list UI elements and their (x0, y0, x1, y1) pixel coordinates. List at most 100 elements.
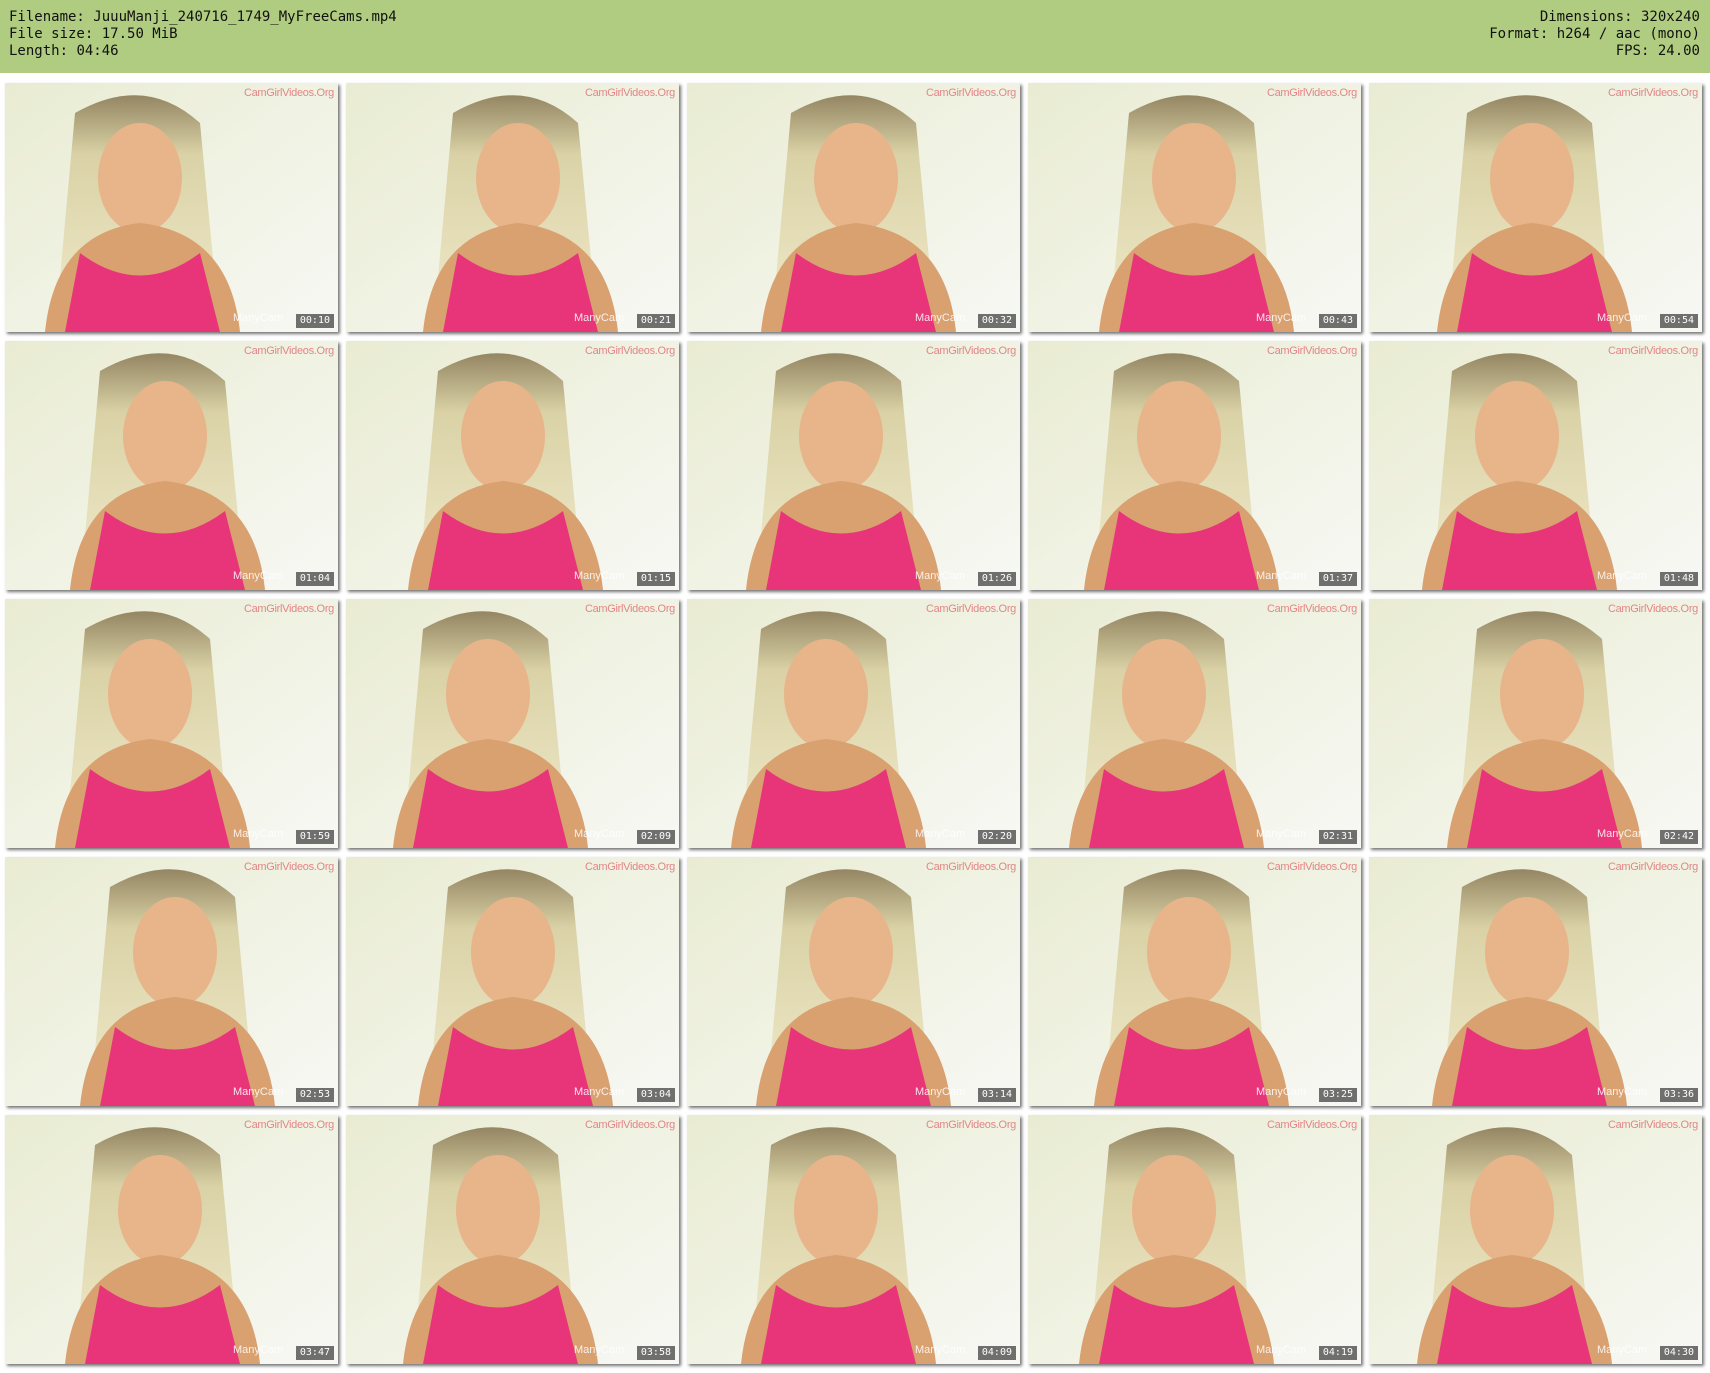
watermark-top: CamGirlVideos.Org (243, 87, 334, 99)
timestamp-label: 04:30 (1659, 1346, 1698, 1360)
timestamp-label: 02:53 (295, 1088, 334, 1102)
filename-value: JuuuManji_240716_1749_MyFreeCams.mp4 (93, 9, 397, 25)
watermark-top: CamGirlVideos.Org (243, 1119, 334, 1131)
frame-image (5, 1115, 338, 1364)
video-thumbnail[interactable]: CamGirlVideos.Org ManyCam 04:19 (1028, 1115, 1361, 1364)
thumbnail-grid: CamGirlVideos.Org ManyCam 00:10 CamGirlVide… (5, 83, 1705, 1368)
watermark-bottom: ManyCam (1256, 570, 1307, 582)
timestamp-label: 00:21 (636, 314, 675, 328)
video-thumbnail[interactable]: CamGirlVideos.Org ManyCam 02:42 (1369, 599, 1702, 848)
frame-image (346, 1115, 679, 1364)
frame-image (346, 341, 679, 590)
watermark-bottom: ManyCam (1597, 1086, 1648, 1098)
video-thumbnail[interactable]: CamGirlVideos.Org ManyCam 01:04 (5, 341, 338, 590)
video-thumbnail[interactable]: CamGirlVideos.Org ManyCam 03:04 (346, 857, 679, 1106)
fps-value: 24.00 (1657, 43, 1700, 59)
timestamp-label: 03:25 (1318, 1088, 1357, 1102)
watermark-top: CamGirlVideos.Org (1607, 861, 1698, 873)
video-thumbnail[interactable]: CamGirlVideos.Org ManyCam 01:59 (5, 599, 338, 848)
filename-label: Filename: (9, 9, 85, 25)
video-thumbnail[interactable]: CamGirlVideos.Org ManyCam 02:53 (5, 857, 338, 1106)
frame-image (346, 857, 679, 1106)
watermark-top: CamGirlVideos.Org (584, 603, 675, 615)
timestamp-label: 02:09 (636, 830, 675, 844)
dimensions-value: 320x240 (1640, 9, 1700, 25)
watermark-bottom: ManyCam (233, 1086, 284, 1098)
watermark-bottom: ManyCam (574, 828, 625, 840)
video-thumbnail[interactable]: CamGirlVideos.Org ManyCam 02:09 (346, 599, 679, 848)
video-thumbnail[interactable]: CamGirlVideos.Org ManyCam 03:14 (687, 857, 1020, 1106)
timestamp-label: 00:54 (1659, 314, 1698, 328)
video-thumbnail[interactable]: CamGirlVideos.Org ManyCam 04:09 (687, 1115, 1020, 1364)
video-thumbnail[interactable]: CamGirlVideos.Org ManyCam 02:31 (1028, 599, 1361, 848)
frame-image (1369, 857, 1702, 1106)
video-thumbnail[interactable]: CamGirlVideos.Org ManyCam 01:48 (1369, 341, 1702, 590)
length-value: 04:46 (76, 43, 119, 59)
timestamp-label: 02:31 (1318, 830, 1357, 844)
video-thumbnail[interactable]: CamGirlVideos.Org ManyCam 03:47 (5, 1115, 338, 1364)
video-thumbnail[interactable]: CamGirlVideos.Org ManyCam 03:36 (1369, 857, 1702, 1106)
format-row: Format: h264 / aac (mono) (1489, 26, 1700, 43)
frame-image (1028, 599, 1361, 848)
watermark-bottom: ManyCam (915, 570, 966, 582)
fps-label: FPS: (1615, 43, 1650, 59)
length-label: Length: (9, 43, 69, 59)
filesize-value: 17.50 MiB (101, 26, 178, 42)
watermark-bottom: ManyCam (1597, 570, 1648, 582)
watermark-bottom: ManyCam (233, 828, 284, 840)
frame-image (1028, 341, 1361, 590)
watermark-top: CamGirlVideos.Org (584, 87, 675, 99)
frame-image (1369, 599, 1702, 848)
video-thumbnail[interactable]: CamGirlVideos.Org ManyCam 00:32 (687, 83, 1020, 332)
watermark-bottom: ManyCam (574, 1086, 625, 1098)
filesize-row: File size: 17.50 MiB (9, 26, 397, 43)
video-thumbnail[interactable]: CamGirlVideos.Org ManyCam 00:21 (346, 83, 679, 332)
video-thumbnail[interactable]: CamGirlVideos.Org ManyCam 04:30 (1369, 1115, 1702, 1364)
watermark-top: CamGirlVideos.Org (243, 345, 334, 357)
timestamp-label: 03:47 (295, 1346, 334, 1360)
dimensions-row: Dimensions: 320x240 (1489, 9, 1700, 26)
video-thumbnail[interactable]: CamGirlVideos.Org ManyCam 00:54 (1369, 83, 1702, 332)
timestamp-label: 00:10 (295, 314, 334, 328)
watermark-bottom: ManyCam (1256, 1344, 1307, 1356)
video-thumbnail[interactable]: CamGirlVideos.Org ManyCam 03:25 (1028, 857, 1361, 1106)
video-thumbnail[interactable]: CamGirlVideos.Org ManyCam 01:37 (1028, 341, 1361, 590)
watermark-bottom: ManyCam (915, 1086, 966, 1098)
timestamp-label: 01:48 (1659, 572, 1698, 586)
fps-row: FPS: 24.00 (1489, 43, 1700, 60)
video-thumbnail[interactable]: CamGirlVideos.Org ManyCam 02:20 (687, 599, 1020, 848)
watermark-top: CamGirlVideos.Org (925, 87, 1016, 99)
frame-image (687, 83, 1020, 332)
watermark-top: CamGirlVideos.Org (1266, 1119, 1357, 1131)
timestamp-label: 00:43 (1318, 314, 1357, 328)
video-thumbnail[interactable]: CamGirlVideos.Org ManyCam 01:26 (687, 341, 1020, 590)
watermark-top: CamGirlVideos.Org (243, 603, 334, 615)
meta-left: Filename: JuuuManji_240716_1749_MyFreeCa… (9, 9, 397, 60)
video-thumbnail[interactable]: CamGirlVideos.Org ManyCam 01:15 (346, 341, 679, 590)
timestamp-label: 03:04 (636, 1088, 675, 1102)
watermark-bottom: ManyCam (1597, 828, 1648, 840)
format-label: Format: (1489, 26, 1549, 42)
timestamp-label: 01:37 (1318, 572, 1357, 586)
filename-row: Filename: JuuuManji_240716_1749_MyFreeCa… (9, 9, 397, 26)
watermark-top: CamGirlVideos.Org (925, 345, 1016, 357)
format-value: h264 / aac (mono) (1556, 26, 1700, 42)
timestamp-label: 04:09 (977, 1346, 1016, 1360)
watermark-bottom: ManyCam (574, 312, 625, 324)
frame-image (1369, 83, 1702, 332)
watermark-top: CamGirlVideos.Org (925, 603, 1016, 615)
frame-image (687, 857, 1020, 1106)
watermark-top: CamGirlVideos.Org (584, 345, 675, 357)
watermark-bottom: ManyCam (915, 1344, 966, 1356)
watermark-bottom: ManyCam (915, 828, 966, 840)
watermark-bottom: ManyCam (1256, 828, 1307, 840)
video-thumbnail[interactable]: CamGirlVideos.Org ManyCam 00:43 (1028, 83, 1361, 332)
watermark-top: CamGirlVideos.Org (925, 861, 1016, 873)
watermark-top: CamGirlVideos.Org (1607, 345, 1698, 357)
frame-image (687, 599, 1020, 848)
video-thumbnail[interactable]: CamGirlVideos.Org ManyCam 00:10 (5, 83, 338, 332)
timestamp-label: 02:20 (977, 830, 1016, 844)
video-thumbnail[interactable]: CamGirlVideos.Org ManyCam 03:58 (346, 1115, 679, 1364)
frame-image (5, 341, 338, 590)
watermark-bottom: ManyCam (233, 312, 284, 324)
